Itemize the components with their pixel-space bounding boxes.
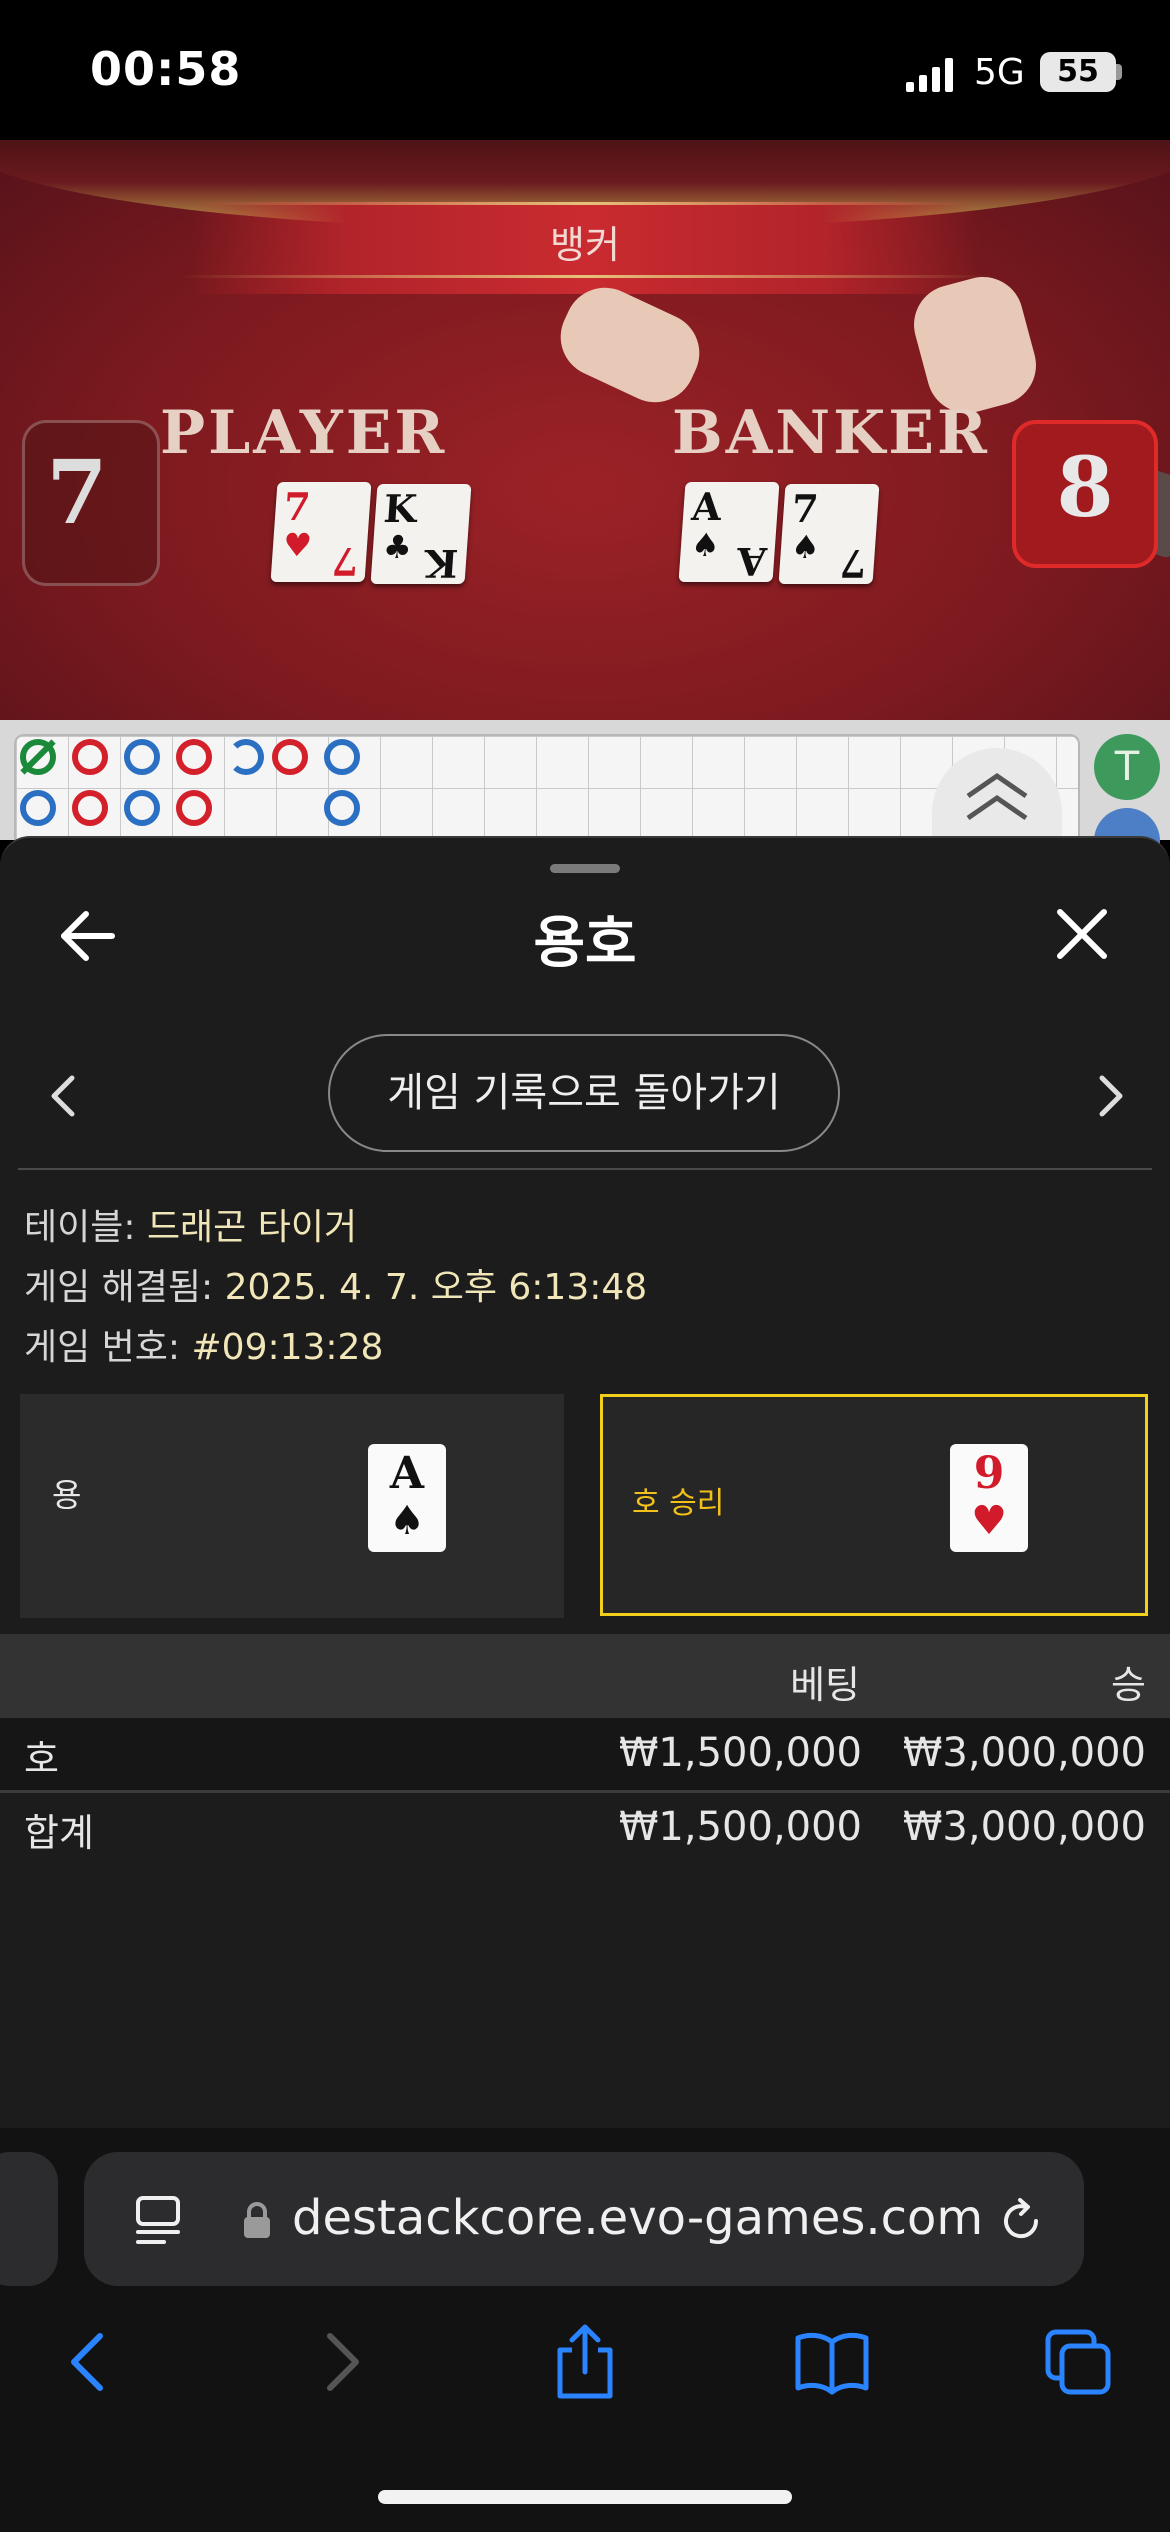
back-to-history-button[interactable]: 게임 기록으로 돌아가기 xyxy=(328,1034,840,1152)
dragon-label: 용 xyxy=(52,1476,82,1514)
road-ring-blue xyxy=(124,790,160,826)
header-bet: 베팅 xyxy=(790,1663,860,1707)
bookmarks-icon[interactable] xyxy=(792,2322,872,2402)
lock-icon xyxy=(244,2202,270,2238)
back-nav-icon[interactable] xyxy=(60,2322,120,2402)
game-number-value: #09:13:28 xyxy=(191,1327,384,1368)
road-ring-red xyxy=(176,790,212,826)
total-bet-amount: ₩1,500,000 xyxy=(618,1804,862,1850)
dealer-hand-left xyxy=(547,274,713,416)
card-rank: 7 xyxy=(837,541,868,586)
spade-icon: ♠ xyxy=(389,1498,425,1544)
road-ring-red xyxy=(72,790,108,826)
signal-icon xyxy=(906,58,953,92)
game-number-label: 게임 번호: xyxy=(24,1327,192,1368)
row-win-amount: ₩3,000,000 xyxy=(902,1730,1146,1776)
card-rank: K xyxy=(382,486,419,531)
road-ring-blue xyxy=(228,739,264,775)
close-icon[interactable] xyxy=(1054,906,1110,962)
resolved-info-label: 게임 해결됨: xyxy=(24,1267,225,1308)
forward-nav-icon[interactable] xyxy=(310,2322,370,2402)
chevron-left-icon[interactable] xyxy=(44,1066,84,1126)
card-rank: A xyxy=(734,539,768,584)
battery-icon: 55 xyxy=(1040,52,1116,92)
banker-card-2: 7 ♠ 7 xyxy=(778,484,880,586)
table-info-value: 드래곤 타이거 xyxy=(146,1207,358,1248)
home-indicator[interactable] xyxy=(378,2490,792,2504)
row-bet-amount: ₩1,500,000 xyxy=(618,1730,862,1776)
table-info-label: 테이블: xyxy=(24,1207,147,1248)
share-icon[interactable] xyxy=(550,2322,620,2402)
player-card-1: 7 ♥ 7 xyxy=(270,482,372,584)
banker-score: 8 xyxy=(1056,440,1114,536)
reload-icon[interactable] xyxy=(996,2196,1046,2246)
table-banker-label: BANKER xyxy=(672,398,990,468)
card-rank: K xyxy=(423,541,460,586)
tiger-card: 9 ♥ xyxy=(950,1444,1028,1552)
card-rank: A xyxy=(690,484,723,529)
header-win: 승 xyxy=(1111,1663,1146,1707)
total-label: 합계 xyxy=(24,1811,94,1855)
player-score: 7 xyxy=(46,440,108,544)
resolved-info-value: 2025. 4. 7. 오후 6:13:48 xyxy=(224,1267,648,1308)
status-time: 00:58 xyxy=(90,42,242,96)
card-rank: 9 xyxy=(973,1448,1005,1499)
road-ring-red xyxy=(72,739,108,775)
game-number-info: 게임 번호: #09:13:28 xyxy=(24,1318,383,1370)
previous-tab-preview[interactable] xyxy=(0,2152,58,2286)
road-ring-blue xyxy=(124,739,160,775)
sheet-title: 용호 xyxy=(533,911,637,976)
player-card-2: K ♣ K xyxy=(370,484,472,586)
chevron-up-icon xyxy=(966,772,1028,821)
heart-icon: ♥ xyxy=(971,1498,1007,1544)
road-ring-red xyxy=(272,739,308,775)
tiger-win-label: 호 승리 xyxy=(632,1486,725,1521)
page-menu-icon[interactable] xyxy=(134,2194,182,2246)
table-info: 테이블: 드래곤 타이거 xyxy=(24,1198,357,1250)
road-ring-blue xyxy=(20,790,56,826)
club-icon: ♣ xyxy=(381,528,414,566)
total-win-amount: ₩3,000,000 xyxy=(902,1804,1146,1850)
dragon-card: A ♠ xyxy=(368,1444,446,1552)
bead-road-grid[interactable] xyxy=(14,734,1080,848)
banner-line xyxy=(200,202,970,205)
chevron-right-icon[interactable] xyxy=(1090,1066,1130,1126)
banner-line xyxy=(180,275,990,278)
card-rank: 7 xyxy=(329,539,360,584)
result-banner-text: 뱅커 xyxy=(550,223,620,267)
resolved-info: 게임 해결됨: 2025. 4. 7. 오후 6:13:48 xyxy=(24,1258,647,1310)
heart-icon: ♥ xyxy=(281,526,314,564)
table-player-label: PLAYER xyxy=(160,398,448,468)
card-rank: 7 xyxy=(282,484,312,529)
card-rank: A xyxy=(389,1448,425,1499)
divider xyxy=(18,1168,1152,1170)
road-ring-blue xyxy=(324,739,360,775)
banker-card-1: A ♠ A xyxy=(678,482,780,584)
sheet-grabber[interactable] xyxy=(550,864,620,873)
url-text[interactable]: destackcore.evo-games.com xyxy=(292,2190,983,2246)
spade-icon: ♠ xyxy=(689,526,722,564)
road-ring-red xyxy=(176,739,212,775)
live-video: 뱅커 PLAYER BANKER 7 ♥ 7 K ♣ K A ♠ A 7 ♠ 7 xyxy=(0,140,1170,720)
network-label: 5G xyxy=(974,52,1025,93)
battery-nub xyxy=(1116,64,1122,80)
spade-icon: ♠ xyxy=(789,528,822,566)
tabs-icon[interactable] xyxy=(1042,2322,1118,2402)
road-ring-blue xyxy=(324,790,360,826)
row-bet-name: 호 xyxy=(24,1737,59,1781)
card-rank: 7 xyxy=(790,486,820,531)
tie-counter: T xyxy=(1094,734,1160,800)
dragon-result-box xyxy=(20,1394,564,1618)
expand-roadmap-button[interactable] xyxy=(932,748,1062,848)
